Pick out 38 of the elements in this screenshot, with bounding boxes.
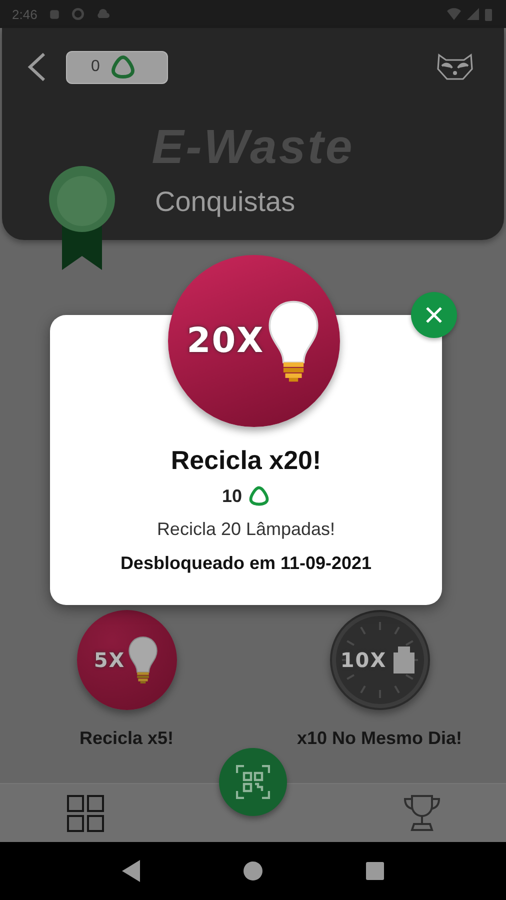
recycle-ring-icon: [248, 485, 270, 507]
unlock-date: Desbloqueado em 11-09-2021: [120, 553, 372, 574]
raccoon-icon[interactable]: [436, 53, 474, 81]
achievement-label: x10 No Mesmo Dia!: [296, 728, 462, 749]
qr-scan-icon: [236, 765, 270, 799]
back-icon[interactable]: [26, 52, 48, 82]
clock-face-icon: [330, 610, 430, 710]
recents-nav-icon[interactable]: [366, 862, 384, 880]
light-bulb-icon: [127, 636, 160, 684]
grid-icon[interactable]: [67, 794, 104, 832]
achievement-badge[interactable]: 20X: [168, 255, 340, 427]
dialog-title: Recicla x20!: [170, 444, 322, 476]
achievement-description: Recicla 20 Lâmpadas!: [156, 519, 336, 540]
close-icon: [425, 306, 443, 324]
qr-scan-button[interactable]: [219, 748, 287, 816]
home-nav-icon[interactable]: [242, 861, 263, 881]
close-button[interactable]: [411, 292, 457, 338]
badge-text: 20X: [186, 321, 264, 361]
page-title: Conquistas: [155, 186, 296, 218]
battery-icon: [485, 8, 492, 20]
notification-icon: [49, 8, 60, 20]
ribbon-medal-icon: [48, 165, 116, 271]
achievement-label: Recicla x5!: [79, 728, 174, 749]
reward-points: 10: [222, 486, 242, 506]
light-bulb-icon: [266, 300, 322, 382]
status-time: 2:46: [12, 6, 38, 22]
recycle-ring-icon: [110, 54, 136, 80]
achievement-badge[interactable]: 5X: [76, 610, 176, 710]
badge-text: 10X: [340, 648, 387, 672]
achievement-badge[interactable]: 10X: [330, 610, 430, 710]
points-value: 0: [91, 58, 100, 76]
trophy-icon[interactable]: [402, 794, 442, 832]
signal-icon: [467, 8, 479, 20]
chat-icon: [72, 8, 84, 20]
back-nav-icon[interactable]: [122, 860, 140, 882]
cloud-icon: [96, 9, 110, 19]
wifi-icon: [447, 8, 461, 20]
badge-text: 5X: [94, 648, 126, 672]
